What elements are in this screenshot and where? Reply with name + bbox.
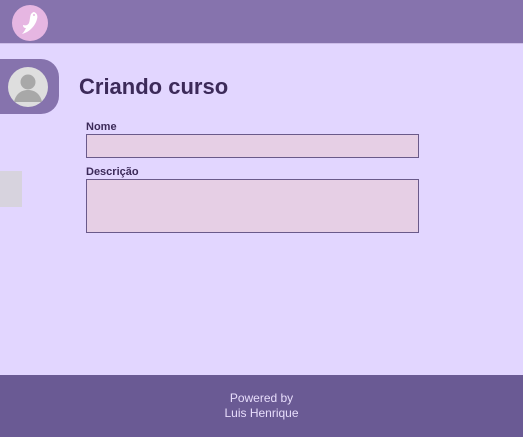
description-input[interactable] bbox=[86, 179, 419, 233]
top-bar bbox=[0, 0, 523, 44]
description-label: Descrição bbox=[86, 166, 139, 178]
main-content: Criando curso Nome Descrição bbox=[0, 44, 523, 375]
name-label: Nome bbox=[86, 121, 117, 133]
bird-logo-icon[interactable] bbox=[12, 5, 48, 41]
avatar-silhouette bbox=[14, 74, 42, 102]
profile-tab[interactable] bbox=[0, 59, 59, 114]
footer-author: Luis Henrique bbox=[224, 406, 299, 420]
bird-logo-graphic bbox=[22, 12, 38, 34]
page-title: Criando curso bbox=[79, 74, 229, 99]
user-avatar-icon[interactable] bbox=[8, 66, 48, 107]
footer-powered-by: Powered by bbox=[229, 391, 294, 405]
name-input[interactable] bbox=[86, 134, 419, 158]
sidebar-collapsed-tab[interactable] bbox=[0, 171, 22, 207]
footer: Powered by Luis Henrique bbox=[0, 375, 523, 437]
